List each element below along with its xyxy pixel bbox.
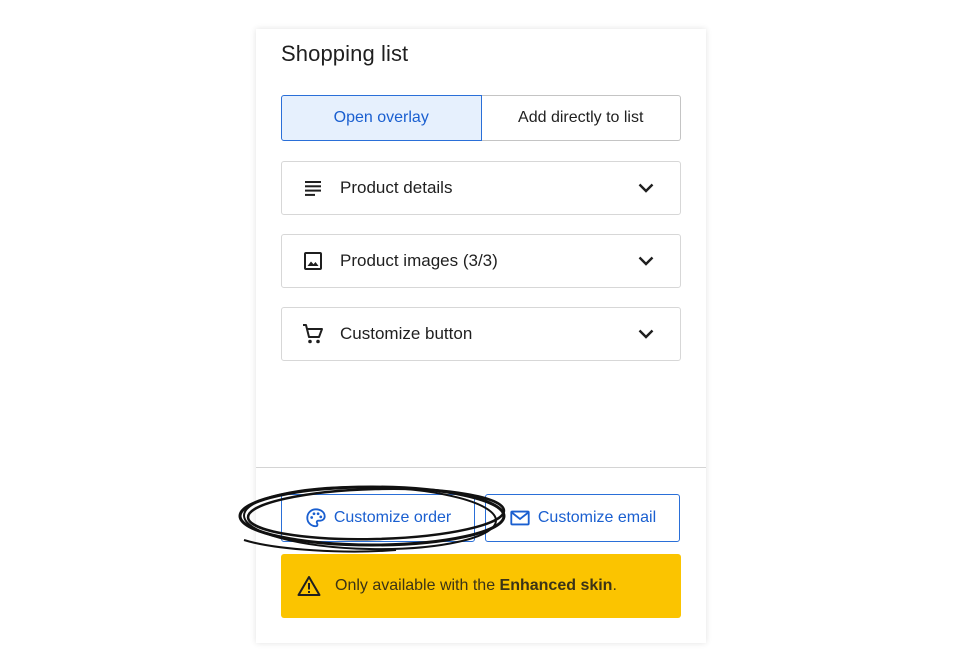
panel-title: Shopping list: [281, 41, 409, 66]
add-directly-option[interactable]: Add directly to list: [481, 95, 681, 141]
cart-icon: [301, 322, 325, 346]
warning-suffix: .: [612, 577, 617, 594]
divider: [256, 467, 706, 468]
warning-prefix: Only available with the: [335, 577, 500, 594]
shopping-list-panel: Shopping list Open overlay Add directly …: [256, 29, 706, 643]
product-details-section[interactable]: Product details: [281, 161, 681, 215]
mode-toggle: Open overlay Add directly to list: [281, 95, 681, 141]
button-label: Customize order: [333, 509, 452, 526]
section-label: Customize button: [340, 324, 473, 343]
chevron-down-icon: [634, 249, 658, 273]
product-images-section[interactable]: Product images (3/3): [281, 234, 681, 288]
warning-emphasis: Enhanced skin: [499, 577, 613, 594]
mail-icon: [509, 507, 531, 529]
customize-email-button[interactable]: Customize email: [485, 494, 680, 542]
warning-triangle-icon: [297, 574, 321, 598]
section-label: Product images (3/3): [340, 251, 498, 270]
chevron-down-icon: [634, 322, 658, 346]
button-label: Customize email: [537, 509, 657, 526]
customize-order-button[interactable]: Customize order: [281, 494, 475, 542]
palette-icon: [305, 507, 327, 529]
text-lines-icon: [301, 176, 325, 200]
customize-button-section[interactable]: Customize button: [281, 307, 681, 361]
image-icon: [301, 249, 325, 273]
section-label: Product details: [340, 178, 453, 197]
open-overlay-option[interactable]: Open overlay: [281, 95, 482, 141]
enhanced-skin-warning: Only available with the Enhanced skin.: [281, 554, 681, 618]
chevron-down-icon: [634, 176, 658, 200]
warning-text: Only available with the Enhanced skin.: [335, 577, 617, 595]
